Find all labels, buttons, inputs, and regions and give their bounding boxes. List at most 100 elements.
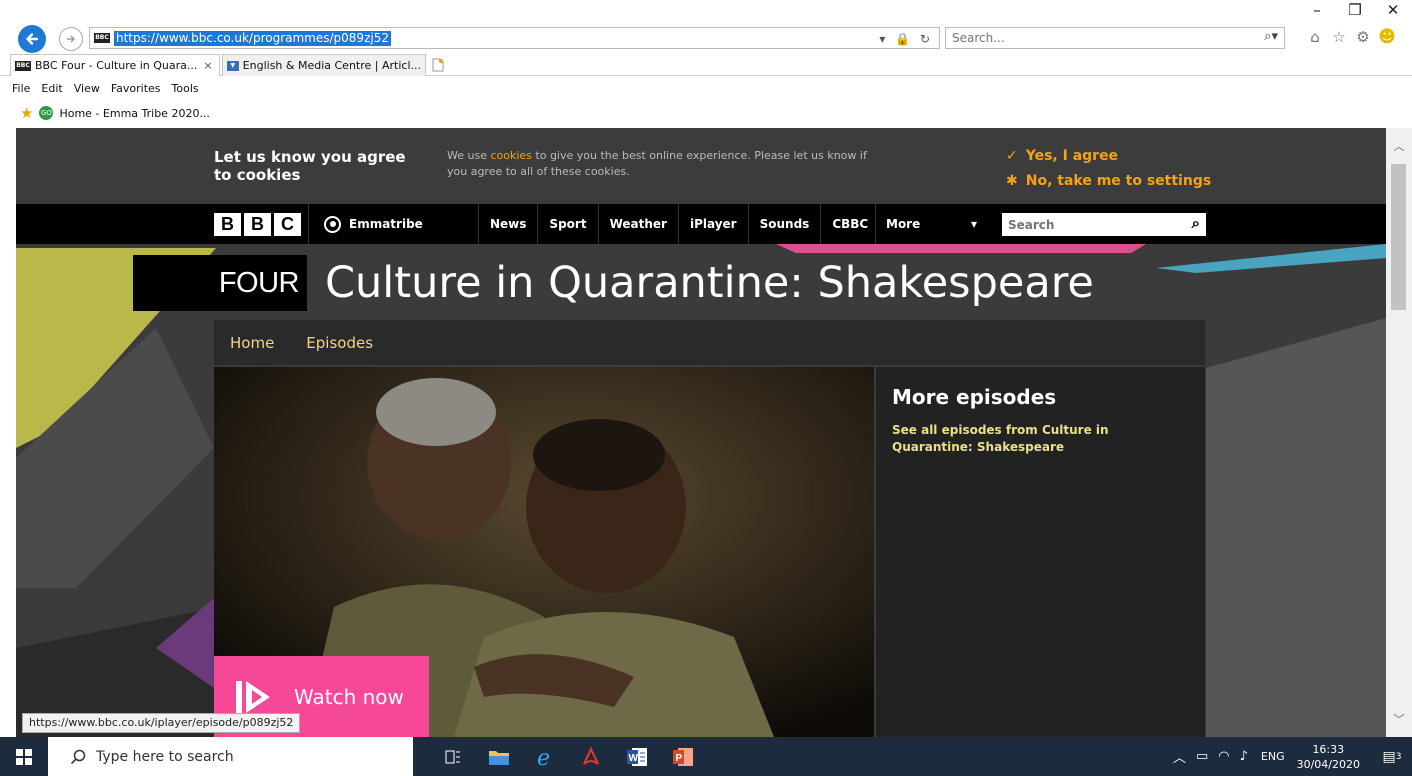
scroll-thumb[interactable] xyxy=(1391,164,1406,310)
tab-label: English & Media Centre | Articl... xyxy=(242,59,421,72)
favorites-star-icon[interactable]: ☆ xyxy=(1330,27,1348,47)
bbc-logo-letter: B xyxy=(244,213,271,236)
subnav-home[interactable]: Home xyxy=(230,334,274,352)
file-explorer-icon[interactable] xyxy=(476,737,522,776)
gear-icon[interactable]: ⚙ xyxy=(1354,27,1372,47)
address-url[interactable]: https://www.bbc.co.uk/programmes/p089zj5… xyxy=(114,31,391,46)
tab-close-icon[interactable]: × xyxy=(203,59,212,72)
word-icon[interactable]: W xyxy=(614,737,660,776)
bbc-search-box[interactable]: ⌕ xyxy=(1002,213,1206,236)
checkmark-icon: ✓ xyxy=(1006,148,1018,164)
menu-view[interactable]: View xyxy=(74,82,100,95)
page-viewport: Let us know you agree to cookies We use … xyxy=(16,128,1386,737)
nav-cbbc[interactable]: CBBC xyxy=(820,204,879,244)
nav-sounds[interactable]: Sounds xyxy=(747,204,821,244)
volume-icon[interactable]: ♪ xyxy=(1240,749,1248,764)
bbc-navigation: B B C Emmatribe News Sport Weather iPlay… xyxy=(16,204,1386,244)
tab-english-media-centre[interactable]: ▼ English & Media Centre | Articl... xyxy=(222,54,426,76)
svg-text:e: e xyxy=(537,746,550,768)
battery-icon[interactable]: ▭ xyxy=(1196,749,1208,764)
cog-icon: ✱ xyxy=(1006,173,1018,189)
browser-search-input[interactable] xyxy=(952,30,1232,46)
bbc-search-input[interactable] xyxy=(1008,216,1168,233)
menu-tools[interactable]: Tools xyxy=(172,82,199,95)
favorites-bar: ★ GO Home - Emma Tribe 2020... xyxy=(0,100,1412,126)
nav-news[interactable]: News xyxy=(478,204,537,244)
dropdown-arrow-icon: ▾ xyxy=(970,217,977,231)
nav-more-button[interactable]: More ▾ xyxy=(875,204,989,244)
agree-cookies-button[interactable]: ✓ Yes, I agree xyxy=(1006,144,1211,169)
clock[interactable]: 16:33 30/04/2020 xyxy=(1297,742,1360,772)
close-button[interactable]: ✕ xyxy=(1374,0,1412,20)
svg-text:W: W xyxy=(629,753,639,764)
bbc-favicon-icon: BBC xyxy=(94,33,110,43)
bbc-four-logo[interactable]: FOUR xyxy=(133,255,307,311)
status-bar-url: https://www.bbc.co.uk/iplayer/episode/p0… xyxy=(22,713,301,733)
address-row: BBC https://www.bbc.co.uk/programmes/p08… xyxy=(0,24,1412,53)
feedback-smiley-icon[interactable]: ☻ xyxy=(1378,27,1396,47)
bbc-logo[interactable]: B B C xyxy=(214,213,301,236)
scroll-down-arrow-icon[interactable]: ﹀ xyxy=(1386,709,1412,729)
system-tray: ︿ ▭ ◠ ♪ ENG 16:33 30/04/2020 ▤ 3 xyxy=(1168,737,1412,776)
nav-weather[interactable]: Weather xyxy=(597,204,678,244)
menu-edit[interactable]: Edit xyxy=(41,82,62,95)
acrobat-icon[interactable] xyxy=(568,737,614,776)
taskbar-search[interactable] xyxy=(48,737,413,776)
search-icon xyxy=(70,749,86,764)
subnav-episodes[interactable]: Episodes xyxy=(306,334,373,352)
cookie-text: We use cookies to give you the best onli… xyxy=(447,148,867,180)
account-link[interactable]: Emmatribe xyxy=(308,204,423,244)
add-favorites-star-icon[interactable]: ★ xyxy=(20,104,33,122)
cookie-title: Let us know you agree to cookies xyxy=(214,148,406,184)
tab-bbc-four[interactable]: BBC BBC Four - Culture in Quara... × xyxy=(10,54,220,76)
show-hidden-icons-icon[interactable]: ︿ xyxy=(1173,747,1186,766)
forward-arrow-icon xyxy=(67,35,75,43)
screen: – ❐ ✕ BBC https://www.bbc.co.uk/programm… xyxy=(0,0,1412,776)
menu-favorites[interactable]: Favorites xyxy=(111,82,161,95)
more-episodes-panel: More episodes See all episodes from Cult… xyxy=(876,367,1205,737)
nav-more-label: More xyxy=(886,217,921,231)
minimize-button[interactable]: – xyxy=(1298,0,1336,20)
taskbar-search-input[interactable] xyxy=(96,748,376,765)
start-button[interactable] xyxy=(0,737,48,776)
browser-search-box[interactable]: ⌕▾ xyxy=(945,27,1285,49)
nav-sport[interactable]: Sport xyxy=(537,204,597,244)
windows-logo-icon xyxy=(16,748,32,765)
hero-image[interactable]: Watch now xyxy=(214,367,874,737)
notification-count: 3 xyxy=(1395,751,1402,762)
vertical-scrollbar[interactable]: ︿ ﹀ xyxy=(1386,128,1412,737)
menu-bar: File Edit View Favorites Tools xyxy=(0,78,1412,98)
back-arrow-icon xyxy=(26,33,39,45)
new-tab-button[interactable] xyxy=(428,56,448,74)
taskbar-apps: e W P xyxy=(430,737,706,776)
cookie-banner: Let us know you agree to cookies We use … xyxy=(16,128,1386,203)
address-controls-icon[interactable]: ▾ 🔒 ↻ xyxy=(879,30,933,48)
bbc-favicon-icon: BBC xyxy=(15,60,31,71)
task-view-icon[interactable] xyxy=(430,737,476,776)
scroll-up-arrow-icon[interactable]: ︿ xyxy=(1386,136,1412,156)
window-controls: – ❐ ✕ xyxy=(1298,0,1412,20)
restore-button[interactable]: ❐ xyxy=(1336,0,1374,20)
internet-explorer-icon[interactable]: e xyxy=(522,737,568,776)
cookies-link[interactable]: cookies xyxy=(490,149,531,162)
cookie-settings-button[interactable]: ✱ No, take me to settings xyxy=(1006,169,1211,194)
home-icon[interactable]: ⌂ xyxy=(1306,27,1324,47)
language-indicator[interactable]: ENG xyxy=(1261,750,1285,763)
back-button[interactable] xyxy=(18,25,46,53)
forward-button[interactable] xyxy=(59,27,83,51)
favorite-item[interactable]: Home - Emma Tribe 2020... xyxy=(59,107,209,120)
all-episodes-link[interactable]: See all episodes from Culture in Quarant… xyxy=(892,422,1192,456)
cookie-text-before: We use xyxy=(447,149,491,162)
account-name: Emmatribe xyxy=(349,217,423,231)
notifications-button[interactable]: ▤ 3 xyxy=(1372,737,1412,776)
address-bar[interactable]: BBC https://www.bbc.co.uk/programmes/p08… xyxy=(89,27,940,49)
nav-items: News Sport Weather iPlayer Sounds CBBC xyxy=(478,204,879,244)
page-title: Culture in Quarantine: Shakespeare xyxy=(325,258,1094,308)
menu-file[interactable]: File xyxy=(12,82,30,95)
search-icon[interactable]: ⌕ xyxy=(1192,214,1200,232)
powerpoint-icon[interactable]: P xyxy=(660,737,706,776)
wifi-icon[interactable]: ◠ xyxy=(1218,749,1229,764)
bbc-logo-letter: C xyxy=(274,213,301,236)
search-icon[interactable]: ⌕▾ xyxy=(1264,29,1278,44)
nav-iplayer[interactable]: iPlayer xyxy=(677,204,748,244)
